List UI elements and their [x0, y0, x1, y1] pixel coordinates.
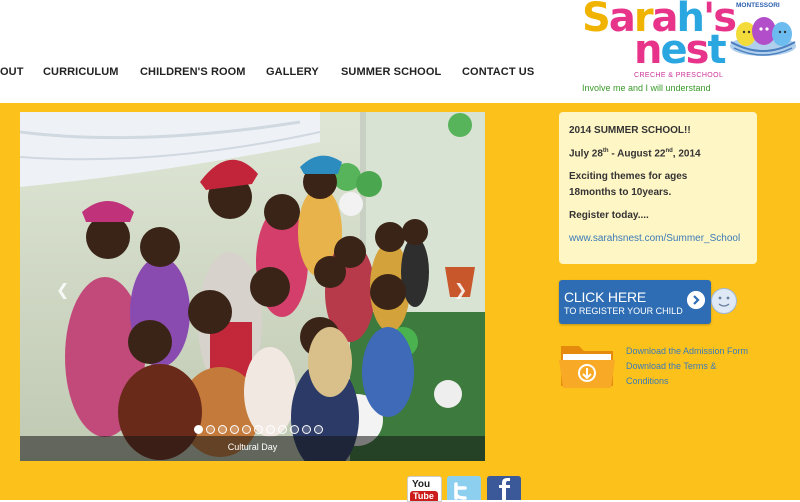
slider-dot[interactable]	[218, 425, 227, 434]
image-slider[interactable]: ❮ ❯ Cultural Day	[20, 112, 485, 461]
nest-eggs-icon	[730, 17, 796, 56]
folder-download-icon[interactable]	[559, 340, 615, 390]
download-terms-link[interactable]: Download the Terms &	[626, 361, 716, 371]
facebook-icon[interactable]	[487, 476, 521, 500]
slider-dot[interactable]	[278, 425, 287, 434]
slider-dot[interactable]	[206, 425, 215, 434]
nav-item-contact-us[interactable]: CONTACT US	[462, 66, 534, 78]
slide-caption: Cultural Day	[227, 442, 278, 452]
site-header: OUT CURRICULUM CHILDREN'S ROOM GALLERY S…	[0, 0, 800, 103]
summer-register: Register today....	[569, 210, 649, 221]
slider-next-icon[interactable]: ❯	[454, 283, 467, 299]
slide-photo	[20, 112, 485, 461]
slider-dot[interactable]	[230, 425, 239, 434]
site-logo[interactable]: Sarah's nest CRECHE & PRESCHOOL MONTESSO…	[578, 0, 800, 100]
slider-dot[interactable]	[302, 425, 311, 434]
summer-title: 2014 SUMMER SCHOOL!!	[569, 125, 691, 136]
nav-item-about[interactable]: OUT	[0, 66, 24, 78]
nav-item-summer-school[interactable]: SUMMER SCHOOL	[341, 66, 441, 78]
logo-subtitle: CRECHE & PRESCHOOL	[634, 72, 724, 79]
register-button-subtitle: TO REGISTER YOUR CHILD	[564, 306, 683, 316]
slider-dot[interactable]	[266, 425, 275, 434]
summer-themes-line2: 18months to 10years.	[569, 187, 672, 198]
slider-dot[interactable]	[314, 425, 323, 434]
summer-school-link[interactable]: www.sarahsnest.com/Summer_School	[569, 233, 740, 244]
summer-dates: July 28th - August 22nd, 2014	[569, 148, 701, 160]
youtube-you: You	[412, 479, 431, 490]
slider-dot[interactable]	[242, 425, 251, 434]
nav-item-childrens-room[interactable]: CHILDREN'S ROOM	[140, 66, 246, 78]
nav-item-curriculum[interactable]: CURRICULUM	[43, 66, 119, 78]
nav-item-gallery[interactable]: GALLERY	[266, 66, 319, 78]
logo-montessori: MONTESSORI	[736, 2, 780, 9]
smiley-icon	[711, 288, 737, 314]
summer-school-box: 2014 SUMMER SCHOOL!! July 28th - August …	[559, 112, 757, 264]
register-button-title: CLICK HERE	[564, 289, 647, 305]
register-child-button[interactable]: CLICK HERE TO REGISTER YOUR CHILD	[559, 280, 711, 324]
slider-dot[interactable]	[194, 425, 203, 434]
download-admission-form-link[interactable]: Download the Admission Form	[626, 346, 748, 356]
logo-line2: nest	[634, 27, 727, 73]
slider-prev-icon[interactable]: ❮	[56, 283, 69, 299]
main-content: ❮ ❯ Cultural Day 2014 SUMMER SCHOOL!! Ju…	[0, 103, 800, 500]
download-terms-link-cont[interactable]: Conditions	[626, 376, 669, 386]
chevron-right-icon	[687, 291, 705, 309]
slider-dot[interactable]	[254, 425, 263, 434]
slider-dot[interactable]	[290, 425, 299, 434]
twitter-icon[interactable]	[447, 476, 481, 500]
summer-themes-line1: Exciting themes for ages	[569, 171, 688, 182]
logo-tagline: Involve me and I will understand	[582, 83, 711, 93]
youtube-icon[interactable]: You Tube	[407, 476, 442, 502]
slide-caption-bar: Cultural Day	[20, 436, 485, 461]
